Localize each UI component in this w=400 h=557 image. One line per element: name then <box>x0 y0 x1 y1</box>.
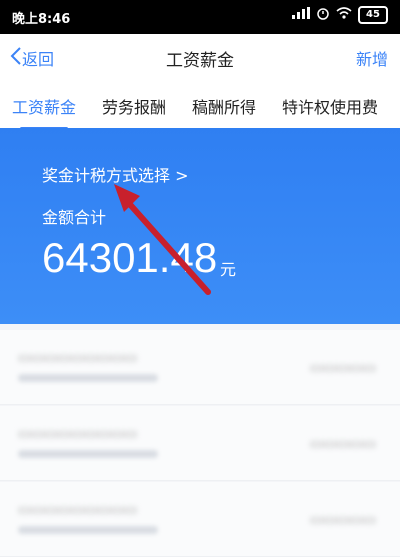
status-icons: 45 <box>292 6 388 24</box>
blurred-bar <box>18 374 158 382</box>
total-label: 金额合计 <box>42 208 107 227</box>
income-list: ▭▭▭▭▭▭▭▭▭ ▭▭▭▭▭ ▭▭▭▭▭▭▭▭▭ ▭▭▭▭▭ ▭▭▭▭▭▭▭▭… <box>0 324 400 557</box>
page-title: 工资薪金 <box>166 51 234 71</box>
tab-wages[interactable]: 工资薪金 <box>6 94 82 130</box>
summary-panel: 奖金计税方式选择 > 金额合计 64301.48 元 <box>0 128 400 324</box>
nav-bar: 返回 工资薪金 新增 <box>0 34 400 83</box>
blurred-bar <box>18 526 158 534</box>
category-tabs: 工资薪金 劳务报酬 稿酬所得 特许权使用费 <box>0 82 400 130</box>
tab-labor[interactable]: 劳务报酬 <box>96 94 172 118</box>
total-amount: 64301.48 <box>42 234 218 281</box>
blurred-text: ▭▭▭▭▭▭▭▭▭ <box>18 502 138 518</box>
blurred-amount: ▭▭▭▭▭ <box>309 512 376 528</box>
list-item[interactable]: ▭▭▭▭▭▭▭▭▭ ▭▭▭▭▭ <box>0 406 400 481</box>
wifi-icon <box>336 7 352 23</box>
alarm-icon <box>316 6 330 24</box>
list-item[interactable]: ▭▭▭▭▭▭▭▭▭ ▭▭▭▭▭ <box>0 330 400 405</box>
tax-method-link[interactable]: 奖金计税方式选择 > <box>42 162 189 186</box>
status-bar: 晚上8:46 45 <box>0 0 400 34</box>
tab-royalty-manuscript[interactable]: 稿酬所得 <box>186 94 262 118</box>
list-item[interactable]: ▭▭▭▭▭▭▭▭▭ ▭▭▭▭▭ <box>0 482 400 557</box>
blurred-bar <box>18 450 158 458</box>
battery-icon: 45 <box>358 6 388 24</box>
signal-icon <box>292 7 310 23</box>
blurred-amount: ▭▭▭▭▭ <box>309 436 376 452</box>
blurred-amount: ▭▭▭▭▭ <box>309 360 376 376</box>
total-unit: 元 <box>220 260 237 279</box>
status-time: 晚上8:46 <box>12 12 71 27</box>
tab-franchise[interactable]: 特许权使用费 <box>276 94 384 118</box>
blurred-text: ▭▭▭▭▭▭▭▭▭ <box>18 426 138 442</box>
blurred-text: ▭▭▭▭▭▭▭▭▭ <box>18 350 138 366</box>
add-button[interactable]: 新增 <box>356 46 388 70</box>
